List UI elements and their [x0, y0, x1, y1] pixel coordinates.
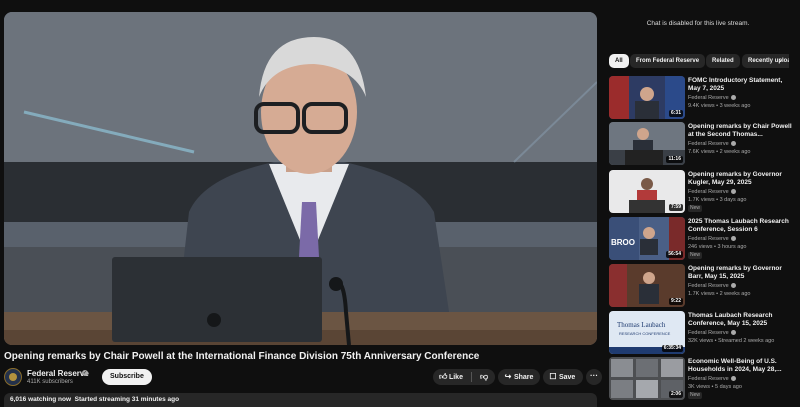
recommendation-meta: 3K views • 5 days ago: [688, 384, 742, 390]
video-frame: [4, 12, 597, 345]
share-button[interactable]: ↪ Share: [498, 369, 540, 385]
video-thumbnail[interactable]: Thomas Laubach RESEARCH CONFERENCE 6:35:3…: [609, 311, 685, 354]
filter-chips: All From Federal Reserve Related Recentl…: [609, 54, 789, 68]
dislike-icon: 👎︎: [480, 372, 489, 381]
like-icon: 👍︎: [439, 372, 448, 381]
recommendation-channel: Federal Reserve: [688, 141, 736, 147]
svg-text:Thomas Laubach: Thomas Laubach: [617, 321, 666, 329]
recommendation-title[interactable]: Economic Well-Being of U.S. Households i…: [688, 358, 796, 374]
stream-started: Started streaming 31 minutes ago: [74, 396, 180, 403]
new-badge: New: [688, 205, 703, 212]
video-thumbnail[interactable]: 2:06: [609, 357, 685, 400]
video-thumbnail[interactable]: BROO 56:54: [609, 217, 685, 260]
video-thumbnail[interactable]: 11:16: [609, 122, 685, 165]
watching-count: 6,016 watching now: [10, 396, 72, 403]
chip-from-federal-reserve[interactable]: From Federal Reserve: [630, 54, 706, 68]
recommendation-channel: Federal Reserve: [688, 283, 736, 289]
video-duration: 11:16: [666, 156, 683, 163]
recommendation-title[interactable]: Opening remarks by Chair Powell at the S…: [688, 123, 796, 139]
verified-icon: [730, 283, 736, 288]
recommendation-channel: Federal Reserve: [688, 189, 736, 195]
verified-icon: [730, 330, 736, 335]
description-box[interactable]: 6,016 watching now Started streaming 31 …: [4, 393, 597, 407]
video-duration: 9:22: [668, 298, 683, 305]
chip-related[interactable]: Related: [706, 54, 740, 68]
verified-icon: [730, 95, 736, 100]
video-thumbnail[interactable]: 6:31: [609, 76, 685, 119]
recommendation-channel: Federal Reserve: [688, 95, 736, 101]
new-badge: New: [688, 392, 703, 399]
recommendation-meta: 1.7K views • 3 days ago: [688, 197, 747, 203]
recommendation-item[interactable]: Thomas Laubach RESEARCH CONFERENCE 6:35:3…: [609, 311, 794, 355]
save-label: Save: [558, 374, 576, 381]
subscribe-button[interactable]: Subscribe: [102, 369, 152, 385]
save-icon: ☐: [549, 372, 557, 381]
recommendation-item[interactable]: BROO 56:54 2025 Thomas Laubach Research …: [609, 217, 794, 261]
chat-disabled-notice: Chat is disabled for this live stream.: [646, 20, 750, 27]
verified-icon: [730, 376, 736, 381]
video-duration: 6:35:34: [661, 345, 683, 352]
video-duration: 6:31: [668, 110, 683, 117]
subscriber-count: 411K subscribers: [27, 379, 73, 385]
like-dislike-group: 👍︎ Like 👎︎: [433, 369, 495, 385]
share-label: Share: [513, 374, 534, 381]
svg-text:RESEARCH CONFERENCE: RESEARCH CONFERENCE: [619, 331, 671, 336]
more-actions-button[interactable]: ···: [586, 369, 602, 385]
video-title: Opening remarks by Chair Powell at the I…: [4, 351, 480, 362]
recommendation-meta: 7.6K views • 2 weeks ago: [688, 149, 751, 155]
video-thumbnail[interactable]: 7:59: [609, 170, 685, 213]
recommendation-item[interactable]: 7:59 Opening remarks by Governor Kugler,…: [609, 170, 794, 214]
chevron-right-icon[interactable]: ›: [774, 55, 786, 67]
like-label: Like: [448, 374, 463, 381]
verified-icon: [730, 236, 736, 241]
recommendation-item[interactable]: 9:22 Opening remarks by Governor Barr, M…: [609, 264, 794, 308]
video-duration: 56:54: [666, 251, 683, 258]
recommendation-item[interactable]: 2:06 Economic Well-Being of U.S. Househo…: [609, 357, 794, 401]
video-thumbnail[interactable]: 9:22: [609, 264, 685, 307]
like-button[interactable]: 👍︎ Like: [433, 369, 467, 385]
divider: [471, 372, 472, 382]
recommendation-meta: 1.7K views • 2 weeks ago: [688, 291, 751, 297]
verified-icon: [730, 141, 736, 146]
recommendation-meta: 9.4K views • 3 weeks ago: [688, 103, 751, 109]
recommendation-channel: Federal Reserve: [688, 330, 736, 336]
save-button[interactable]: ☐ Save: [543, 369, 583, 385]
verified-icon: [730, 189, 736, 194]
dislike-button[interactable]: 👎︎: [476, 369, 492, 386]
recommendation-title[interactable]: 2025 Thomas Laubach Research Conference,…: [688, 218, 796, 234]
new-badge: New: [688, 252, 703, 259]
svg-text:BROO: BROO: [611, 238, 635, 247]
recommendation-title[interactable]: Thomas Laubach Research Conference, May …: [688, 312, 796, 328]
chip-all[interactable]: All: [609, 54, 629, 68]
recommendation-channel: Federal Reserve: [688, 376, 736, 382]
recommendation-item[interactable]: 6:31 FOMC Introductory Statement, May 7,…: [609, 76, 794, 120]
channel-row: Federal Reserve ✓ 411K subscribers Subsc…: [4, 368, 602, 388]
recommendation-channel: Federal Reserve: [688, 236, 736, 242]
recommendation-item[interactable]: 11:16 Opening remarks by Chair Powell at…: [609, 122, 794, 166]
channel-avatar[interactable]: [4, 368, 22, 386]
recommendation-title[interactable]: Opening remarks by Governor Kugler, May …: [688, 171, 796, 187]
recommendation-title[interactable]: Opening remarks by Governor Barr, May 15…: [688, 265, 796, 281]
share-icon: ↪: [504, 372, 512, 381]
recommendation-title[interactable]: FOMC Introductory Statement, May 7, 2025: [688, 77, 796, 93]
video-player[interactable]: [4, 12, 597, 345]
channel-name[interactable]: Federal Reserve: [27, 369, 89, 378]
recommendation-meta: 246 views • 3 hours ago: [688, 244, 747, 250]
more-icon: ···: [590, 371, 598, 380]
verified-icon: ✓: [82, 370, 88, 376]
recommendation-meta: 32K views • Streamed 2 weeks ago: [688, 338, 775, 344]
video-duration: 7:59: [668, 204, 683, 211]
video-duration: 2:06: [668, 391, 683, 398]
